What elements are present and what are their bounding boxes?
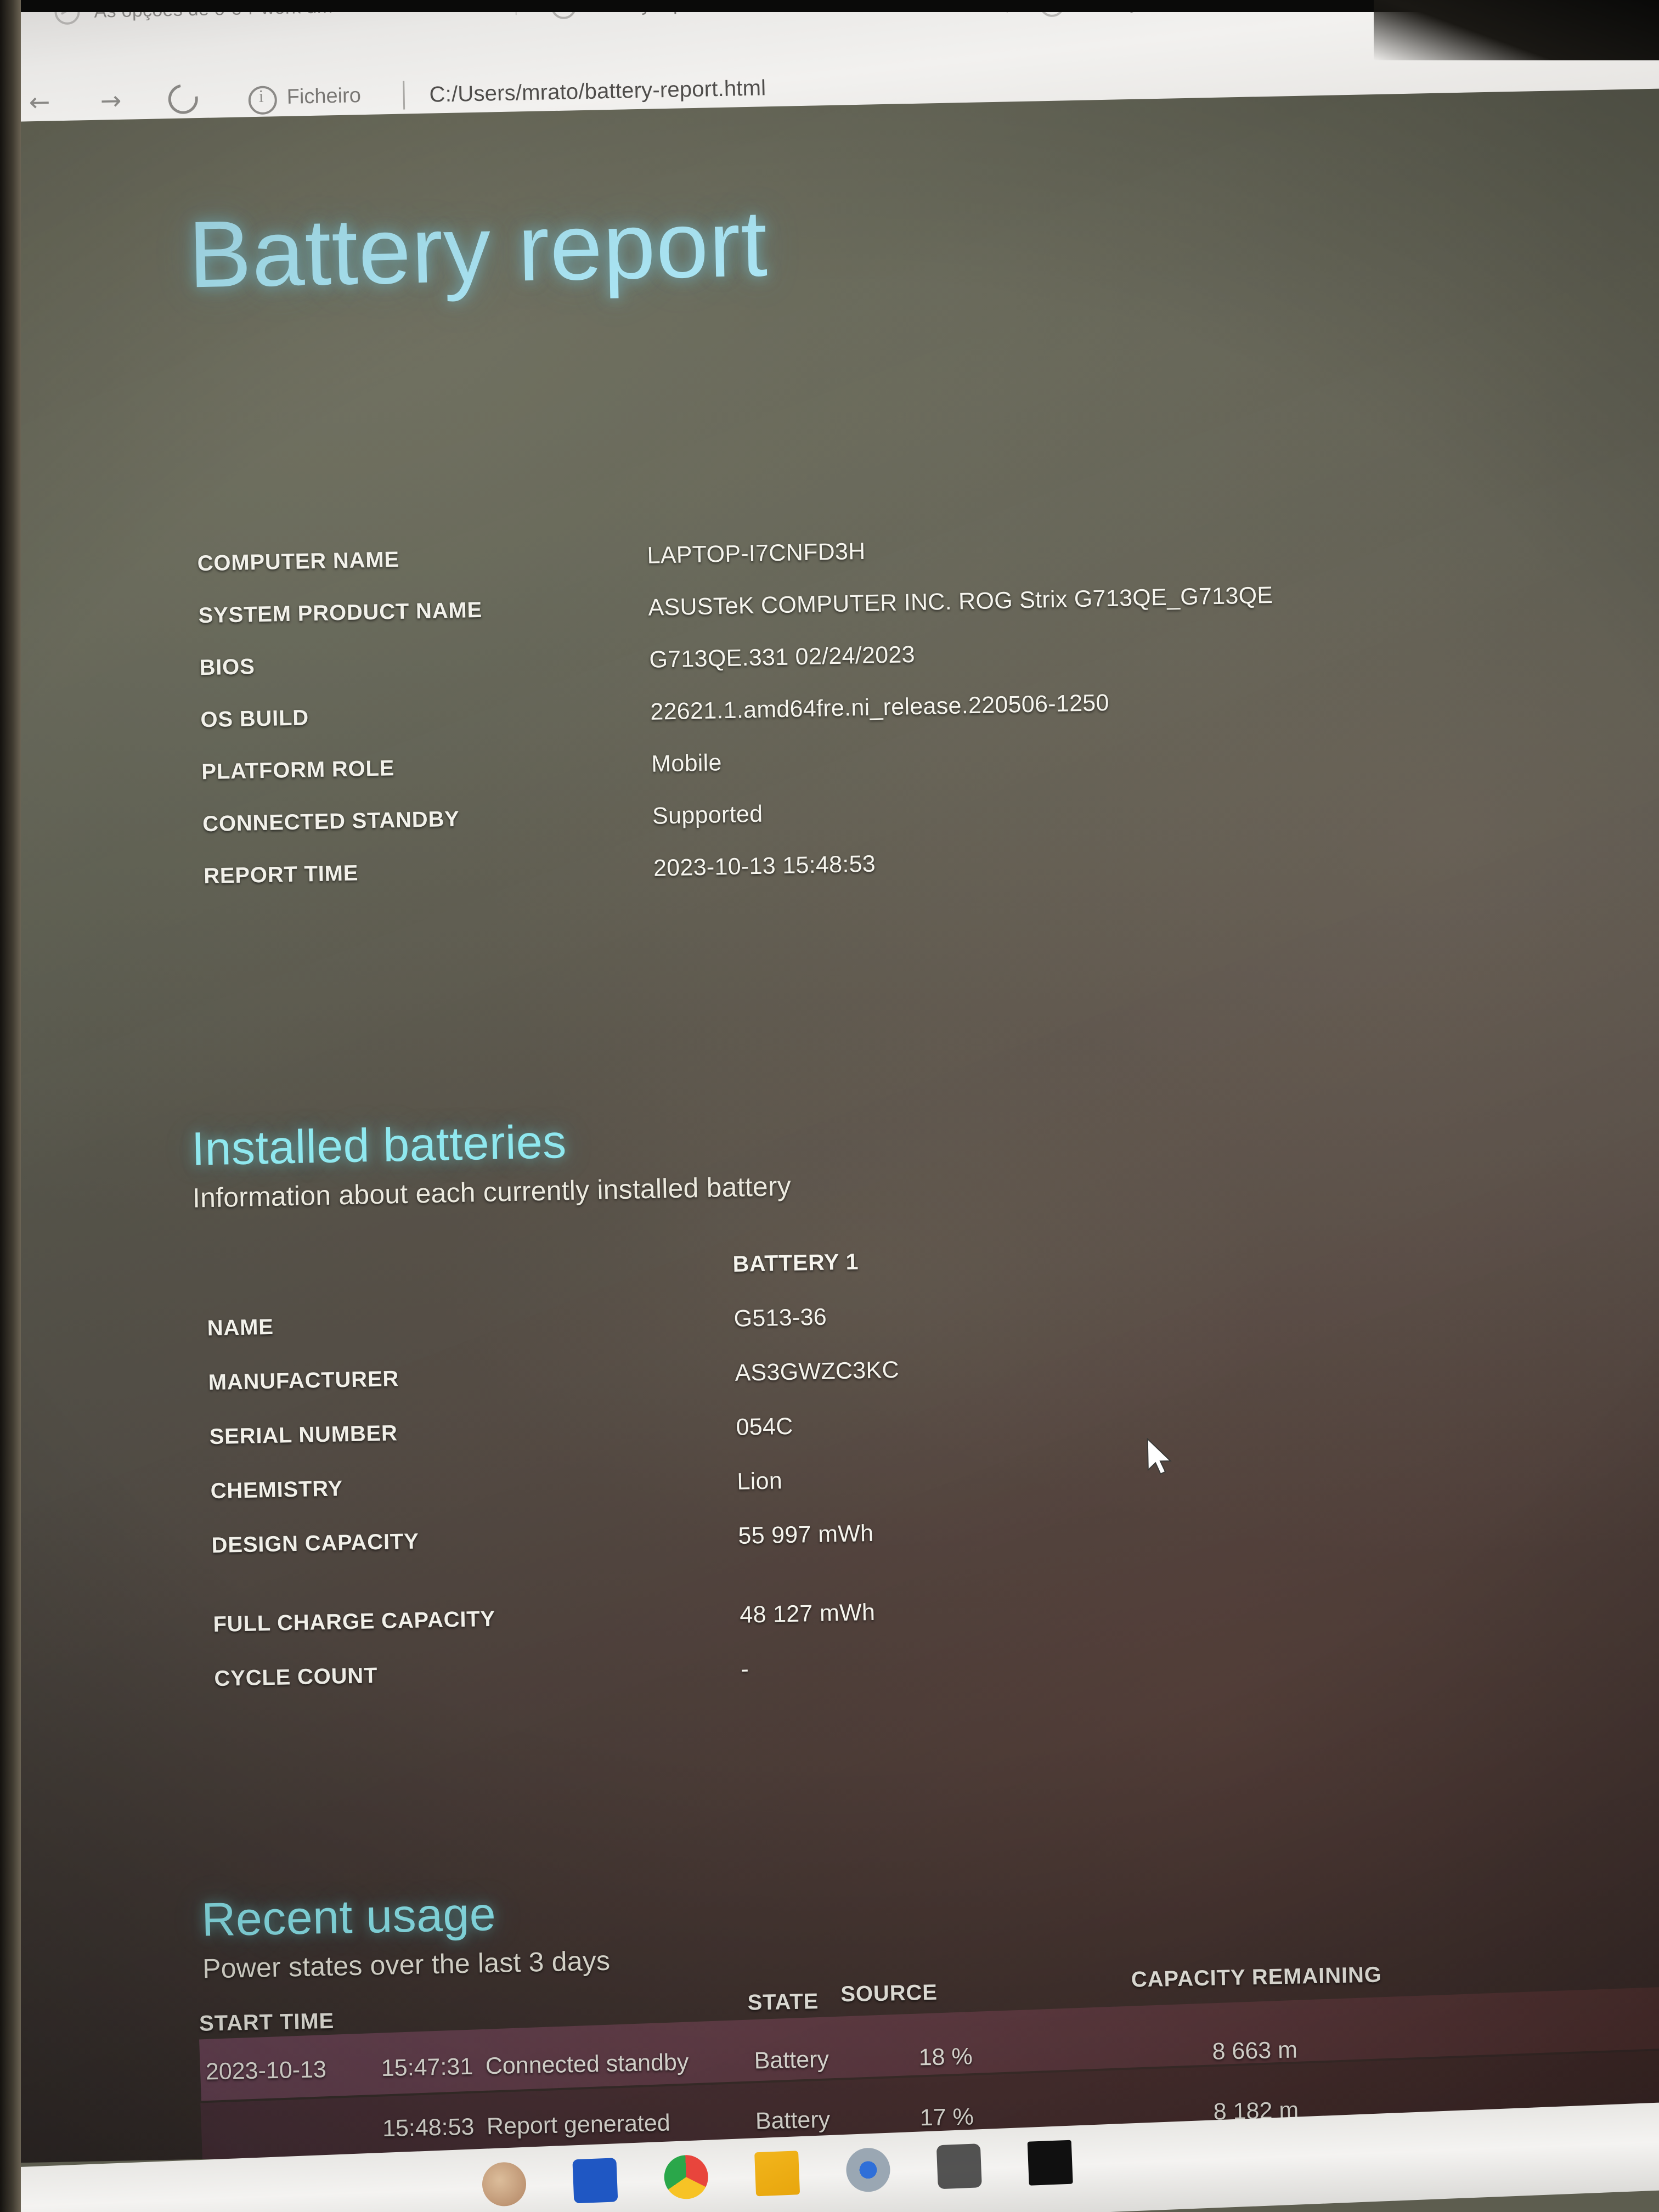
row-value: 2023-10-13 15:48:53 (653, 850, 876, 882)
row-value: - (740, 1656, 749, 1683)
cell-time: 15:47:31 (381, 2053, 473, 2082)
screen-photo: As opções de o-e-r-work um × Battery rep… (0, 0, 1659, 2212)
cell-source: Battery (755, 2106, 831, 2135)
address-bar[interactable]: C:/Users/mrato/battery-report.html (429, 76, 766, 107)
back-button[interactable]: ← (29, 87, 50, 117)
section-heading: Recent usage (201, 1887, 496, 1946)
column-header-capacity: CAPACITY REMAINING (1131, 1962, 1383, 1992)
forward-button[interactable]: → (100, 86, 122, 116)
cell-percent: 17 % (919, 2103, 974, 2131)
cell-percent: 18 % (918, 2043, 973, 2071)
row-value: 55 997 mWh (738, 1520, 874, 1549)
recent-usage-header: Recent usage Power states over the last … (201, 1885, 610, 1985)
cell-source: Battery (754, 2046, 830, 2074)
chrome-icon[interactable] (663, 2154, 709, 2200)
section-subheading: Information about each currently install… (192, 1170, 792, 1214)
cell-date: 2023-10-13 (205, 2056, 327, 2085)
terminal-icon[interactable] (1027, 2140, 1073, 2186)
column-header-start-time: START TIME (199, 2008, 335, 2036)
screen-bezel-left (0, 0, 21, 2212)
row-value: G513-36 (733, 1304, 827, 1332)
section-heading: Installed batteries (191, 1115, 567, 1176)
site-info-icon[interactable] (248, 86, 278, 115)
installed-batteries-table: x BATTERY 1 NAME G513-36 MANUFACTURER AS… (206, 1235, 1531, 1721)
url-separator (403, 81, 405, 110)
row-value: AS3GWZC3KC (735, 1356, 900, 1386)
row-value: Supported (652, 800, 763, 830)
row-value: Lion (737, 1468, 783, 1495)
cell-time: 15:48:53 (382, 2113, 475, 2142)
column-header-state: STATE (747, 1989, 819, 2015)
laptop-screen: As opções de o-e-r-work um × Battery rep… (0, 0, 1659, 2212)
page-title: Battery report (187, 190, 769, 308)
column-header-source: SOURCE (840, 1980, 938, 2007)
photo-dark-corner (1374, 0, 1659, 60)
reload-icon[interactable] (162, 78, 204, 120)
section-subheading: Power states over the last 3 days (202, 1945, 611, 1984)
row-value: G713QE.331 02/24/2023 (648, 641, 916, 673)
battery-report-page: Battery report COMPUTER NAME LAPTOP-I7CN… (0, 88, 1659, 2163)
cell-state: Connected standby (485, 2049, 689, 2080)
cell-state: Report generated (486, 2109, 671, 2140)
cell-capacity: 8 663 m (1212, 2036, 1298, 2065)
windows-start-icon[interactable] (481, 2161, 527, 2207)
row-value: Mobile (651, 749, 723, 777)
discord-icon[interactable] (936, 2143, 982, 2190)
system-info-table: COMPUTER NAME LAPTOP-I7CNFD3H SYSTEM PRO… (197, 525, 1521, 916)
file-explorer-icon[interactable] (754, 2151, 800, 2197)
row-key: COMPUTER NAME (197, 547, 400, 576)
row-value: LAPTOP-I7CNFD3H (647, 538, 866, 569)
row-value: 054C (736, 1413, 794, 1441)
installed-batteries-header: Installed batteries Information about ea… (191, 1110, 791, 1214)
url-scheme-label: Ficheiro (286, 84, 362, 109)
mouse-pointer-icon (1147, 1437, 1172, 1475)
taskbar-icons (481, 2140, 1073, 2207)
battery-column-header: BATTERY 1 (732, 1249, 859, 1277)
row-value: 48 127 mWh (739, 1599, 876, 1628)
settings-gear-icon[interactable] (845, 2147, 891, 2193)
office-app-icon[interactable] (572, 2158, 618, 2204)
